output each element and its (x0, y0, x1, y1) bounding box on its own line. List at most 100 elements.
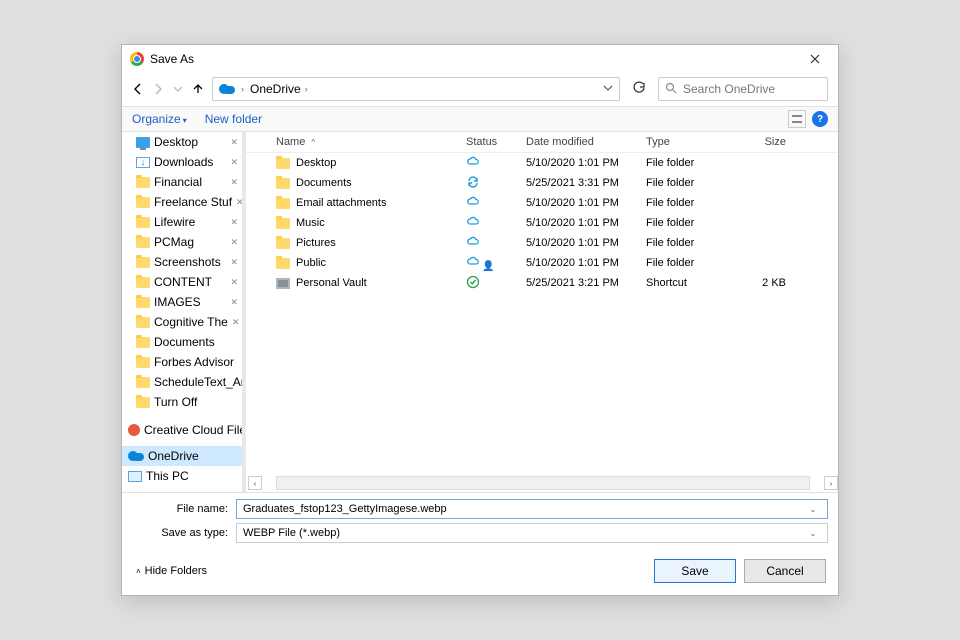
vault-icon (276, 278, 290, 289)
back-button[interactable] (132, 83, 144, 95)
file-date: 5/25/2021 3:31 PM (526, 177, 646, 189)
tree-item-label: Cognitive The (154, 315, 228, 329)
save-fields: File name: Graduates_fstop123_GettyImage… (122, 492, 838, 549)
file-row[interactable]: Personal Vault5/25/2021 3:21 PMShortcut2… (246, 273, 838, 293)
filename-input[interactable]: Graduates_fstop123_GettyImagese.webp ⌄ (236, 499, 828, 519)
file-date: 5/10/2020 1:01 PM (526, 157, 646, 169)
titlebar: Save As (122, 45, 838, 73)
toolbar: Organize▾ New folder ? (122, 106, 838, 132)
tree-item[interactable]: Lifewire✕ (122, 212, 242, 232)
scroll-track[interactable] (276, 476, 810, 490)
col-size[interactable]: Size (736, 136, 796, 148)
view-options-button[interactable] (788, 110, 806, 128)
filename-dropdown[interactable]: ⌄ (805, 505, 821, 514)
file-name: Email attachments (296, 197, 386, 209)
col-name: Name^ (276, 136, 466, 148)
nav-tree[interactable]: Desktop✕Downloads✕Financial✕Freelance St… (122, 132, 242, 492)
file-type: File folder (646, 217, 736, 229)
tree-item[interactable]: Freelance Stuf✕ (122, 192, 242, 212)
dialog-body: Desktop✕Downloads✕Financial✕Freelance St… (122, 132, 838, 492)
up-button[interactable] (192, 83, 204, 95)
file-status (466, 155, 526, 172)
file-list[interactable]: Desktop5/10/2020 1:01 PMFile folderDocum… (246, 153, 838, 474)
pin-icon: ✕ (230, 137, 238, 148)
folder-icon (136, 277, 150, 288)
file-row[interactable]: Email attachments5/10/2020 1:01 PMFile f… (246, 193, 838, 213)
tree-item[interactable]: PCMag✕ (122, 232, 242, 252)
help-button[interactable]: ? (812, 111, 828, 127)
file-row[interactable]: Music5/10/2020 1:01 PMFile folder (246, 213, 838, 233)
tree-item-label: Lifewire (154, 215, 195, 229)
tree-item-label: Forbes Advisor (154, 355, 234, 369)
pin-icon: ✕ (230, 177, 238, 188)
tree-item-label: Documents (154, 335, 215, 349)
arrow-left-icon (132, 83, 144, 95)
file-date: 5/10/2020 1:01 PM (526, 217, 646, 229)
refresh-button[interactable] (628, 81, 650, 98)
tree-root-item[interactable]: This PC (122, 466, 242, 486)
tree-item[interactable]: Financial✕ (122, 172, 242, 192)
new-folder-button[interactable]: New folder (205, 112, 262, 126)
dialog-title: Save As (150, 52, 194, 66)
file-row[interactable]: Documents 5/25/2021 3:31 PMFile folder (246, 173, 838, 193)
recent-locations-button[interactable] (172, 83, 184, 95)
col-status[interactable]: Status (466, 136, 526, 148)
tree-root-item[interactable]: Creative Cloud File (122, 420, 242, 440)
tree-item[interactable]: Screenshots✕ (122, 252, 242, 272)
tree-item[interactable]: CONTENT✕ (122, 272, 242, 292)
pin-icon: ✕ (230, 277, 238, 288)
tree-item-label: Screenshots (154, 255, 221, 269)
column-headers[interactable]: Name^ Status Date modified Type Size (246, 132, 838, 153)
hide-folders-toggle[interactable]: ˄ Hide Folders (136, 565, 207, 577)
file-row[interactable]: Desktop5/10/2020 1:01 PMFile folder (246, 153, 838, 173)
onedrive-icon (128, 451, 144, 461)
tree-item[interactable]: Documents (122, 332, 242, 352)
folder-icon (136, 317, 150, 328)
file-row[interactable]: Pictures5/10/2020 1:01 PMFile folder (246, 233, 838, 253)
col-date[interactable]: Date modified (526, 136, 646, 148)
breadcrumb[interactable]: OneDrive › (250, 82, 308, 96)
file-row[interactable]: Public👤5/10/2020 1:01 PMFile folder (246, 253, 838, 273)
breadcrumb-sep: › (241, 84, 244, 94)
address-dropdown[interactable] (603, 82, 613, 96)
file-date: 5/25/2021 3:21 PM (526, 277, 646, 289)
address-bar[interactable]: › OneDrive › (212, 77, 620, 101)
save-button[interactable]: Save (654, 559, 736, 583)
saveastype-dropdown[interactable]: ⌄ (805, 529, 821, 538)
folder-icon (136, 257, 150, 268)
onedrive-icon (219, 84, 235, 94)
tree-item[interactable]: Downloads✕ (122, 152, 242, 172)
nav-bar: › OneDrive › Search OneDrive (122, 73, 838, 106)
file-status (466, 235, 526, 252)
search-input[interactable]: Search OneDrive (658, 77, 828, 101)
tree-item[interactable]: Turn Off (122, 392, 242, 412)
scroll-left-button[interactable]: ‹ (248, 476, 262, 490)
folder-icon (136, 217, 150, 228)
folder-icon (136, 377, 150, 388)
close-button[interactable] (796, 46, 834, 72)
tree-item[interactable]: IMAGES✕ (122, 292, 242, 312)
tree-item-label: OneDrive (148, 449, 199, 463)
hscrollbar[interactable]: ‹ › (246, 474, 838, 492)
tree-item-label: IMAGES (154, 295, 201, 309)
cloud-icon (466, 240, 480, 252)
col-type[interactable]: Type (646, 136, 736, 148)
file-status (466, 275, 526, 292)
tree-item-label: Downloads (154, 155, 213, 169)
cancel-button[interactable]: Cancel (744, 559, 826, 583)
creative-cloud-icon (128, 424, 140, 436)
desktop-icon (136, 137, 150, 148)
tree-root-item[interactable]: OneDrive (122, 446, 242, 466)
file-type: File folder (646, 177, 736, 189)
caret-up-icon: ˄ (136, 567, 141, 576)
forward-button[interactable] (152, 83, 164, 95)
tree-item[interactable]: Desktop✕ (122, 132, 242, 152)
file-name: Documents (296, 177, 352, 189)
organize-menu[interactable]: Organize▾ (132, 112, 187, 126)
tree-item[interactable]: ScheduleText_An (122, 372, 242, 392)
saveastype-select[interactable]: WEBP File (*.webp) ⌄ (236, 523, 828, 543)
tree-item[interactable]: Forbes Advisor (122, 352, 242, 372)
file-date: 5/10/2020 1:01 PM (526, 197, 646, 209)
scroll-right-button[interactable]: › (824, 476, 838, 490)
tree-item[interactable]: Cognitive The✕ (122, 312, 242, 332)
